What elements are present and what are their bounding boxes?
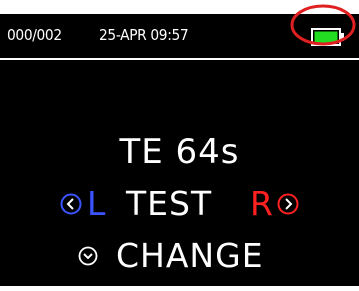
battery-highlight-ring [290,4,356,46]
test-duration: TE 64s [119,132,240,172]
chevron-down-icon[interactable] [78,246,98,266]
test-label: TEST [126,184,213,223]
ear-selector: L TEST R [57,184,317,224]
left-ear-letter: L [87,184,106,223]
chevron-right-icon[interactable] [277,193,299,215]
device-frame: 000/002 25-APR 09:57 TE 64s L TEST R CHA… [0,0,359,291]
record-counter: 000/002 [7,26,62,44]
change-control[interactable]: CHANGE [72,236,312,276]
status-divider [0,58,359,60]
change-label: CHANGE [116,236,264,275]
right-ear-letter: R [250,184,273,223]
date-time: 25-APR 09:57 [99,26,189,44]
device-screen: 000/002 25-APR 09:57 TE 64s L TEST R CHA… [0,14,359,286]
chevron-left-icon[interactable] [60,193,82,215]
